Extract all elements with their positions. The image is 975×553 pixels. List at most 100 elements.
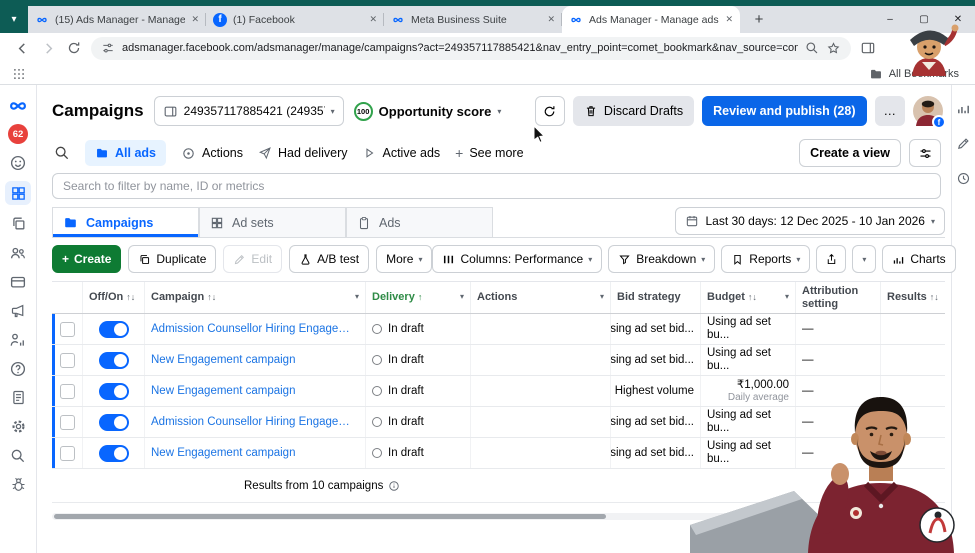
ads-reports-megaphone-icon[interactable]	[5, 300, 31, 321]
filter-search-icon[interactable]	[54, 145, 70, 161]
chevron-down-icon[interactable]: ▾	[600, 292, 604, 302]
row-checkbox[interactable]	[59, 321, 75, 337]
col-header-attribution[interactable]: Attribution setting	[795, 282, 880, 313]
profile-avatar[interactable]: f	[913, 96, 946, 129]
browser-tab-ads-manager-1[interactable]: (15) Ads Manager - Manage ad... ✕	[28, 6, 206, 33]
workspace-chevron-button[interactable]: ▾	[0, 6, 28, 33]
info-icon[interactable]	[388, 480, 400, 492]
analytics-person-icon[interactable]	[5, 329, 31, 350]
campaign-toggle[interactable]	[98, 444, 129, 462]
col-header-actions[interactable]: Actions ▾	[470, 282, 610, 313]
tab-close-icon[interactable]: ✕	[369, 14, 377, 25]
opportunities-smiley-icon[interactable]	[5, 152, 31, 173]
charts-button[interactable]: Charts	[882, 245, 956, 273]
chevron-down-icon[interactable]: ▾	[460, 292, 464, 302]
scrollbar-thumb[interactable]	[54, 514, 606, 519]
duplicate-button[interactable]: Duplicate	[128, 245, 217, 273]
zoom-icon[interactable]	[805, 41, 819, 55]
export-button[interactable]	[816, 245, 847, 273]
breakdown-button[interactable]: Breakdown ▾	[608, 245, 716, 273]
tab-close-icon[interactable]: ✕	[191, 14, 199, 25]
search-input[interactable]	[52, 173, 941, 199]
drafts-copy-icon[interactable]	[5, 213, 31, 234]
browser-tab-ads-manager-active[interactable]: Ads Manager - Manage ads - C... ✕	[562, 6, 740, 33]
columns-button[interactable]: Columns: Performance ▾	[432, 245, 603, 273]
address-bar[interactable]: adsmanager.facebook.com/adsmanager/manag…	[91, 36, 851, 60]
row-checkbox[interactable]	[59, 352, 75, 368]
row-checkbox[interactable]	[59, 445, 75, 461]
bug-report-icon[interactable]	[5, 474, 31, 495]
help-icon[interactable]	[5, 358, 31, 379]
discard-drafts-button[interactable]: Discard Drafts	[572, 96, 695, 126]
tab-ad-sets[interactable]: Ad sets	[199, 207, 346, 237]
edit-pencil-icon[interactable]	[956, 136, 971, 154]
tab-campaigns[interactable]: Campaigns	[52, 207, 199, 237]
col-header-off-on[interactable]: Off/On ↑↓	[82, 282, 144, 313]
ab-test-button[interactable]: A/B test	[289, 245, 370, 273]
more-button[interactable]: More ▾	[376, 245, 433, 273]
filter-settings-button[interactable]	[909, 139, 941, 167]
campaigns-grid-icon[interactable]	[5, 181, 31, 205]
search-icon[interactable]	[5, 445, 31, 466]
account-selector[interactable]: 249357117885421 (249357117... ▾	[153, 96, 344, 126]
row-checkbox[interactable]	[59, 383, 75, 399]
tab-close-icon[interactable]: ✕	[725, 14, 733, 25]
campaign-toggle[interactable]	[98, 382, 129, 400]
side-panel-icon[interactable]	[860, 40, 876, 56]
see-more-button[interactable]: + See more	[455, 145, 523, 161]
profile-mascot-avatar[interactable]	[898, 22, 960, 80]
col-header-bid-strategy[interactable]: Bid strategy	[610, 282, 700, 313]
date-range-selector[interactable]: Last 30 days: 12 Dec 2025 - 10 Jan 2026 …	[675, 207, 945, 235]
more-options-button[interactable]: …	[874, 96, 905, 126]
performance-chart-icon[interactable]	[956, 101, 971, 119]
create-view-button[interactable]: Create a view	[799, 139, 901, 167]
campaign-toggle[interactable]	[98, 351, 129, 369]
edit-button[interactable]: Edit	[223, 245, 283, 273]
chevron-down-icon[interactable]: ▾	[785, 292, 789, 302]
reports-button[interactable]: Reports ▾	[721, 245, 811, 273]
campaign-link[interactable]: New Engagement campaign	[151, 447, 295, 459]
campaign-link[interactable]: New Engagement campaign	[151, 354, 295, 366]
history-clock-icon[interactable]	[956, 171, 971, 189]
apps-grid-icon[interactable]	[12, 67, 26, 81]
export-options-button[interactable]: ▾	[852, 245, 877, 273]
filter-chip-all-ads[interactable]: All ads	[85, 140, 166, 166]
tab-close-icon[interactable]: ✕	[547, 14, 555, 25]
create-button[interactable]: + Create	[52, 245, 122, 273]
browser-tab-business-suite[interactable]: Meta Business Suite ✕	[384, 6, 562, 33]
webcam-presenter-overlay	[690, 397, 955, 553]
col-header-delivery[interactable]: Delivery ↑ ▾	[365, 282, 470, 313]
browser-tab-facebook[interactable]: f (1) Facebook ✕	[206, 6, 384, 33]
notification-badge[interactable]: 62	[8, 124, 28, 144]
col-header-budget[interactable]: Budget ↑↓ ▾	[700, 282, 795, 313]
site-controls-icon[interactable]	[101, 41, 115, 55]
campaign-link[interactable]: Admission Counsellor Hiring Engagement c…	[151, 323, 359, 335]
campaign-link[interactable]: New Engagement campaign	[151, 385, 295, 397]
refresh-button[interactable]	[534, 96, 565, 126]
copy-icon	[138, 253, 151, 266]
settings-gear-icon[interactable]	[5, 416, 31, 437]
audiences-people-icon[interactable]	[5, 242, 31, 263]
forward-icon[interactable]	[40, 40, 57, 57]
meta-logo-icon[interactable]	[5, 95, 31, 116]
bookmark-star-icon[interactable]	[826, 41, 841, 56]
pages-doc-icon[interactable]	[5, 387, 31, 408]
col-header-campaign[interactable]: Campaign ↑↓ ▾	[144, 282, 365, 313]
back-icon[interactable]	[14, 40, 31, 57]
filter-chip-had-delivery[interactable]: Had delivery	[258, 146, 347, 160]
opportunity-score[interactable]: 100 Opportunity score ▾	[353, 101, 501, 121]
results-cell	[880, 345, 945, 375]
review-publish-button[interactable]: Review and publish (28)	[702, 96, 867, 126]
campaign-toggle[interactable]	[98, 320, 129, 338]
reload-icon[interactable]	[66, 40, 82, 56]
filter-chip-active-ads[interactable]: Active ads	[362, 146, 440, 160]
filter-chip-actions[interactable]: Actions	[181, 146, 243, 161]
chevron-down-icon[interactable]: ▾	[355, 292, 359, 302]
billing-card-icon[interactable]	[5, 271, 31, 292]
tab-ads[interactable]: Ads	[346, 207, 493, 237]
col-header-results[interactable]: Results ↑↓	[880, 282, 945, 313]
campaign-link[interactable]: Admission Counsellor Hiring Engagement c…	[151, 416, 359, 428]
campaign-toggle[interactable]	[98, 413, 129, 431]
row-checkbox[interactable]	[59, 414, 75, 430]
new-tab-button[interactable]: +	[748, 11, 770, 28]
